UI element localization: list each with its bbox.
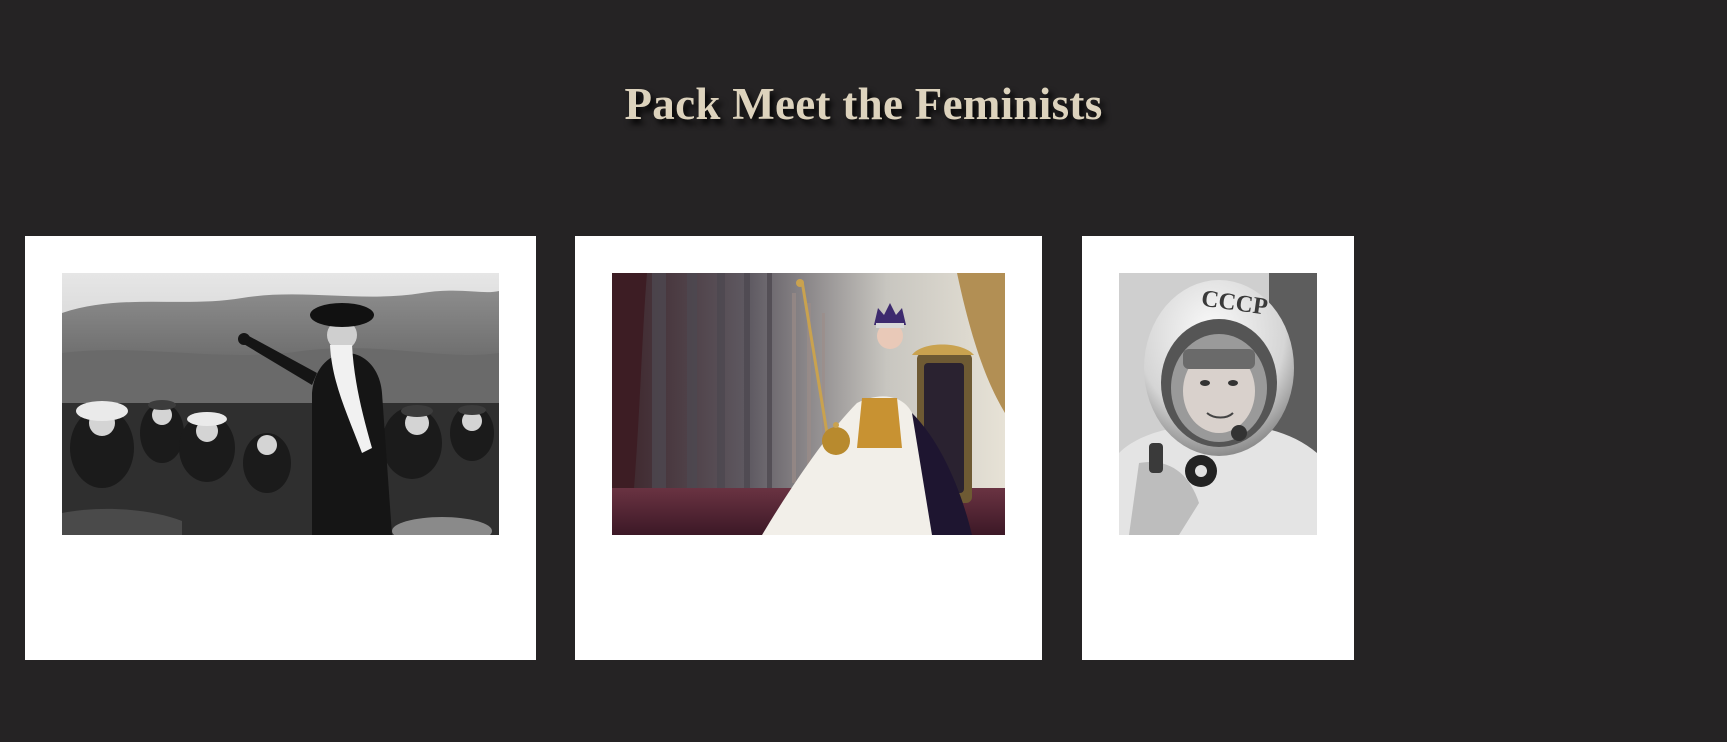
page-title: Pack Meet the Feminists — [624, 79, 1103, 129]
suffragette-speech-photo[interactable] — [62, 273, 499, 535]
feminist-card-3[interactable]: CCCP — [1082, 236, 1354, 660]
cosmonaut-helmet-photo[interactable]: CCCP — [1119, 273, 1317, 535]
feminist-card-2[interactable] — [575, 236, 1042, 660]
queen-coronation-portrait[interactable] — [612, 273, 1005, 535]
feminist-card-1[interactable] — [25, 236, 536, 660]
